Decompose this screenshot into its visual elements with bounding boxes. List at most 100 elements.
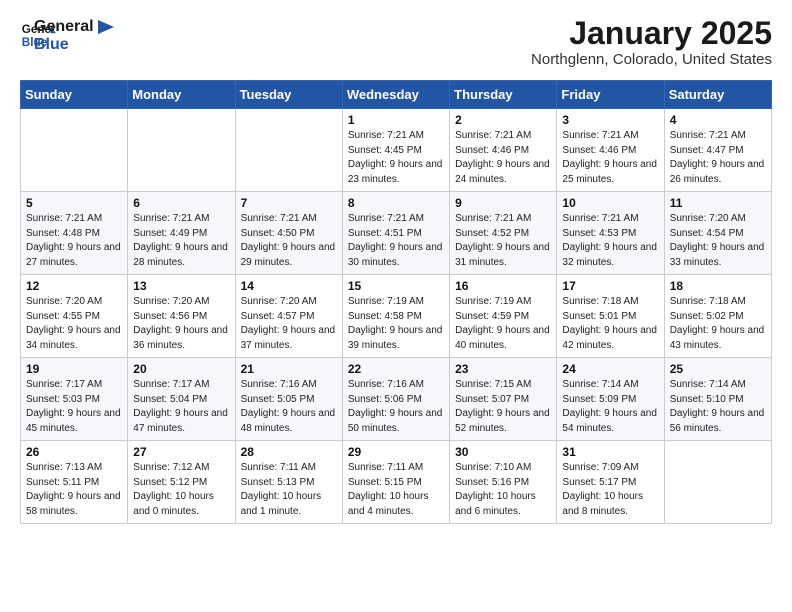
day-cell-3-5: 24 Sunrise: 7:14 AMSunset: 5:09 PMDayligh… [557,358,664,441]
day-cell-0-6: 4Sunrise: 7:21 AMSunset: 4:47 PMDaylight… [664,109,771,192]
day-detail: Sunrise: 7:14 AMSunset: 5:09 PMDaylight:… [562,378,658,436]
day-detail: Sunrise: 7:21 AMSunset: 4:49 PMDaylight:… [133,212,229,270]
day-number: 20 [133,362,229,376]
day-cell-4-1: 27 Sunrise: 7:12 AMSunset: 5:12 PMDayligh… [128,441,235,524]
day-number: 22 [348,362,444,376]
day-detail: Sunrise: 7:11 AMSunset: 5:13 PMDaylight:… [241,461,337,519]
day-number: 26 [26,445,122,459]
day-cell-4-3: 29Sunrise: 7:11 AMSunset: 5:15 PMDayligh… [342,441,449,524]
logo-text-blue: Blue [34,36,114,54]
week-row-5: 26 Sunrise: 7:13 AMSunset: 5:11 PMDayligh… [21,441,772,524]
col-friday: Friday [557,81,664,109]
page-header: General Blue General Blue January 2025 N… [20,16,772,68]
day-number: 15 [348,279,444,293]
day-number: 25 [670,362,766,376]
day-cell-2-5: 17 Sunrise: 7:18 AMSunset: 5:01 PMDayligh… [557,275,664,358]
day-cell-0-4: 2 Sunrise: 7:21 AMSunset: 4:46 PMDaylight… [450,109,557,192]
day-detail: Sunrise: 7:21 AMSunset: 4:52 PMDaylight:… [455,212,551,270]
day-cell-0-1 [128,109,235,192]
day-cell-2-0: 12Sunrise: 7:20 AMSunset: 4:55 PMDayligh… [21,275,128,358]
week-row-1: 1 Sunrise: 7:21 AMSunset: 4:45 PMDaylight… [21,109,772,192]
day-detail: Sunrise: 7:14 AMSunset: 5:10 PMDaylight:… [670,378,766,436]
day-cell-0-5: 3Sunrise: 7:21 AMSunset: 4:46 PMDaylight… [557,109,664,192]
day-detail: Sunrise: 7:21 AMSunset: 4:51 PMDaylight:… [348,212,444,270]
col-thursday: Thursday [450,81,557,109]
day-detail: Sunrise: 7:17 AMSunset: 5:03 PMDaylight:… [26,378,122,436]
week-row-2: 5Sunrise: 7:21 AMSunset: 4:48 PMDaylight… [21,192,772,275]
day-cell-0-0 [21,109,128,192]
day-cell-1-5: 10Sunrise: 7:21 AMSunset: 4:53 PMDayligh… [557,192,664,275]
day-cell-4-5: 31Sunrise: 7:09 AMSunset: 5:17 PMDayligh… [557,441,664,524]
day-detail: Sunrise: 7:20 AMSunset: 4:55 PMDaylight:… [26,295,122,353]
calendar-table: Sunday Monday Tuesday Wednesday Thursday… [20,80,772,524]
day-detail: Sunrise: 7:11 AMSunset: 5:15 PMDaylight:… [348,461,444,519]
day-detail: Sunrise: 7:21 AMSunset: 4:53 PMDaylight:… [562,212,658,270]
day-cell-4-0: 26 Sunrise: 7:13 AMSunset: 5:11 PMDayligh… [21,441,128,524]
col-saturday: Saturday [664,81,771,109]
week-row-4: 19Sunrise: 7:17 AMSunset: 5:03 PMDayligh… [21,358,772,441]
day-cell-3-4: 23Sunrise: 7:15 AMSunset: 5:07 PMDayligh… [450,358,557,441]
day-detail: Sunrise: 7:19 AMSunset: 4:59 PMDaylight:… [455,295,551,353]
day-cell-1-4: 9 Sunrise: 7:21 AMSunset: 4:52 PMDaylight… [450,192,557,275]
day-detail: Sunrise: 7:12 AMSunset: 5:12 PMDaylight:… [133,461,229,519]
day-number: 24 [562,362,658,376]
day-number: 9 [455,196,551,210]
day-number: 6 [133,196,229,210]
day-number: 18 [670,279,766,293]
day-cell-2-2: 14Sunrise: 7:20 AMSunset: 4:57 PMDayligh… [235,275,342,358]
day-number: 5 [26,196,122,210]
day-cell-3-1: 20Sunrise: 7:17 AMSunset: 5:04 PMDayligh… [128,358,235,441]
day-detail: Sunrise: 7:20 AMSunset: 4:57 PMDaylight:… [241,295,337,353]
day-number: 8 [348,196,444,210]
day-detail: Sunrise: 7:20 AMSunset: 4:54 PMDaylight:… [670,212,766,270]
day-detail: Sunrise: 7:21 AMSunset: 4:47 PMDaylight:… [670,129,766,187]
day-detail: Sunrise: 7:21 AMSunset: 4:46 PMDaylight:… [455,129,551,187]
day-number: 27 [133,445,229,459]
day-number: 16 [455,279,551,293]
day-detail: Sunrise: 7:18 AMSunset: 5:02 PMDaylight:… [670,295,766,353]
title-block: January 2025 Northglenn, Colorado, Unite… [531,16,772,68]
day-number: 2 [455,113,551,127]
calendar-page: General Blue General Blue January 2025 N… [0,0,792,540]
calendar-header-row: Sunday Monday Tuesday Wednesday Thursday… [21,81,772,109]
day-cell-4-6 [664,441,771,524]
day-cell-3-3: 22 Sunrise: 7:16 AMSunset: 5:06 PMDayligh… [342,358,449,441]
day-number: 31 [562,445,658,459]
day-cell-2-3: 15 Sunrise: 7:19 AMSunset: 4:58 PMDayligh… [342,275,449,358]
day-detail: Sunrise: 7:21 AMSunset: 4:46 PMDaylight:… [562,129,658,187]
day-detail: Sunrise: 7:21 AMSunset: 4:45 PMDaylight:… [348,129,444,187]
day-detail: Sunrise: 7:21 AMSunset: 4:50 PMDaylight:… [241,212,337,270]
day-number: 30 [455,445,551,459]
day-detail: Sunrise: 7:20 AMSunset: 4:56 PMDaylight:… [133,295,229,353]
month-year-title: January 2025 [531,16,772,51]
col-sunday: Sunday [21,81,128,109]
col-monday: Monday [128,81,235,109]
location-subtitle: Northglenn, Colorado, United States [531,51,772,68]
day-cell-2-1: 13Sunrise: 7:20 AMSunset: 4:56 PMDayligh… [128,275,235,358]
day-detail: Sunrise: 7:13 AMSunset: 5:11 PMDaylight:… [26,461,122,519]
day-cell-1-2: 7 Sunrise: 7:21 AMSunset: 4:50 PMDaylight… [235,192,342,275]
day-detail: Sunrise: 7:18 AMSunset: 5:01 PMDaylight:… [562,295,658,353]
day-cell-2-6: 18 Sunrise: 7:18 AMSunset: 5:02 PMDayligh… [664,275,771,358]
logo-text-general: General [34,18,114,36]
day-cell-0-3: 1 Sunrise: 7:21 AMSunset: 4:45 PMDaylight… [342,109,449,192]
day-cell-0-2 [235,109,342,192]
week-row-3: 12Sunrise: 7:20 AMSunset: 4:55 PMDayligh… [21,275,772,358]
day-cell-3-2: 21 Sunrise: 7:16 AMSunset: 5:05 PMDayligh… [235,358,342,441]
day-cell-4-2: 28 Sunrise: 7:11 AMSunset: 5:13 PMDayligh… [235,441,342,524]
day-cell-2-4: 16 Sunrise: 7:19 AMSunset: 4:59 PMDayligh… [450,275,557,358]
day-cell-1-1: 6 Sunrise: 7:21 AMSunset: 4:49 PMDaylight… [128,192,235,275]
day-number: 7 [241,196,337,210]
day-number: 1 [348,113,444,127]
day-number: 21 [241,362,337,376]
day-number: 17 [562,279,658,293]
day-detail: Sunrise: 7:16 AMSunset: 5:06 PMDaylight:… [348,378,444,436]
col-tuesday: Tuesday [235,81,342,109]
day-detail: Sunrise: 7:16 AMSunset: 5:05 PMDaylight:… [241,378,337,436]
col-wednesday: Wednesday [342,81,449,109]
day-number: 28 [241,445,337,459]
logo: General Blue General Blue [20,16,114,53]
day-detail: Sunrise: 7:19 AMSunset: 4:58 PMDaylight:… [348,295,444,353]
day-detail: Sunrise: 7:10 AMSunset: 5:16 PMDaylight:… [455,461,551,519]
day-cell-1-6: 11Sunrise: 7:20 AMSunset: 4:54 PMDayligh… [664,192,771,275]
